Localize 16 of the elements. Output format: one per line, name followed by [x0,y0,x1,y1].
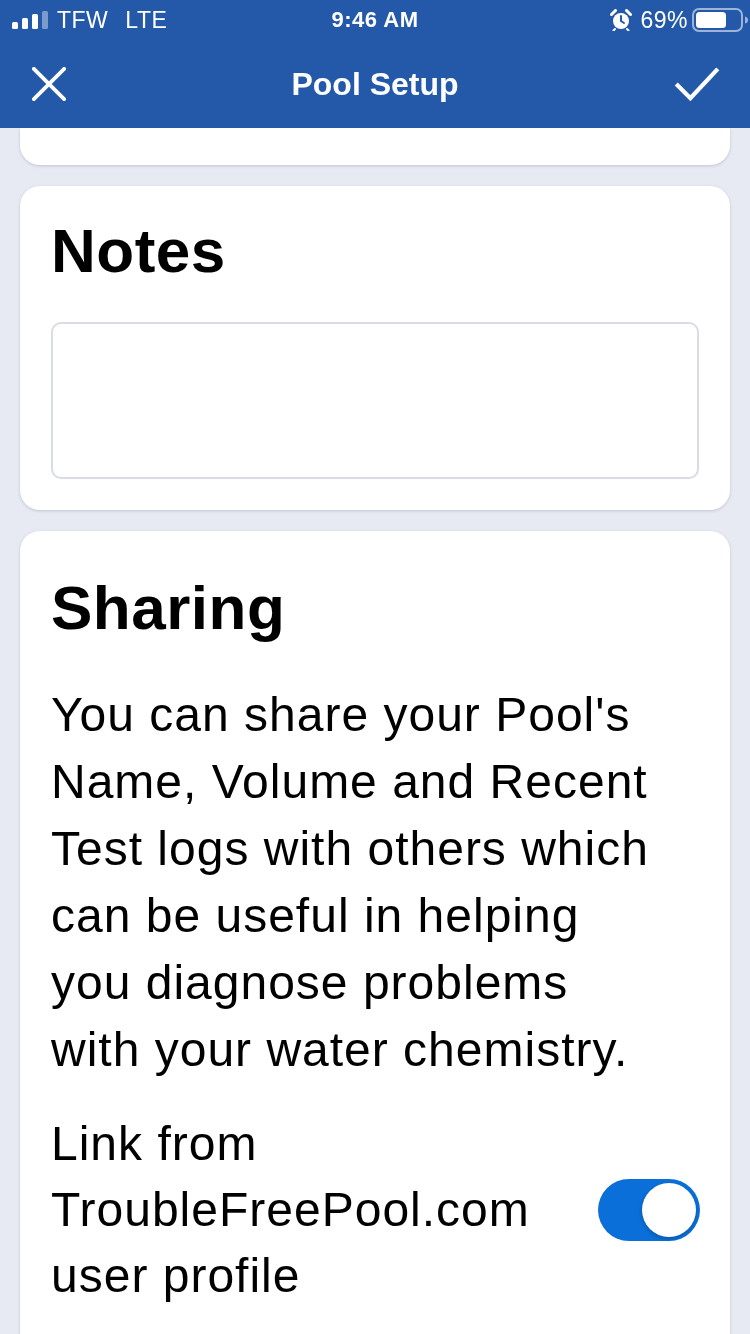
carrier-name: TFW [57,6,109,34]
notes-heading: Notes [51,220,227,282]
clock-time: 9:46 AM [331,7,419,33]
checkmark-icon [674,67,720,101]
network-type: LTE [125,6,168,34]
toggle-label: Link from TroubleFreePool.com user profile [51,1116,531,1304]
battery-percentage: 69% [640,6,688,34]
screen-title: Pool Setup [291,65,459,103]
battery-icon [692,8,748,32]
signal-icon [12,11,48,29]
alarm-clock-icon [610,9,633,31]
notes-field[interactable] [51,322,699,479]
close-icon [32,67,66,101]
close-button[interactable] [32,67,66,101]
save-button[interactable] [674,67,720,101]
sharing-description: You can share your Pool's Name, Volume and Recent Test logs with others which can be useful in helping you diagnose problems with your water chemistry. [51,687,650,1078]
